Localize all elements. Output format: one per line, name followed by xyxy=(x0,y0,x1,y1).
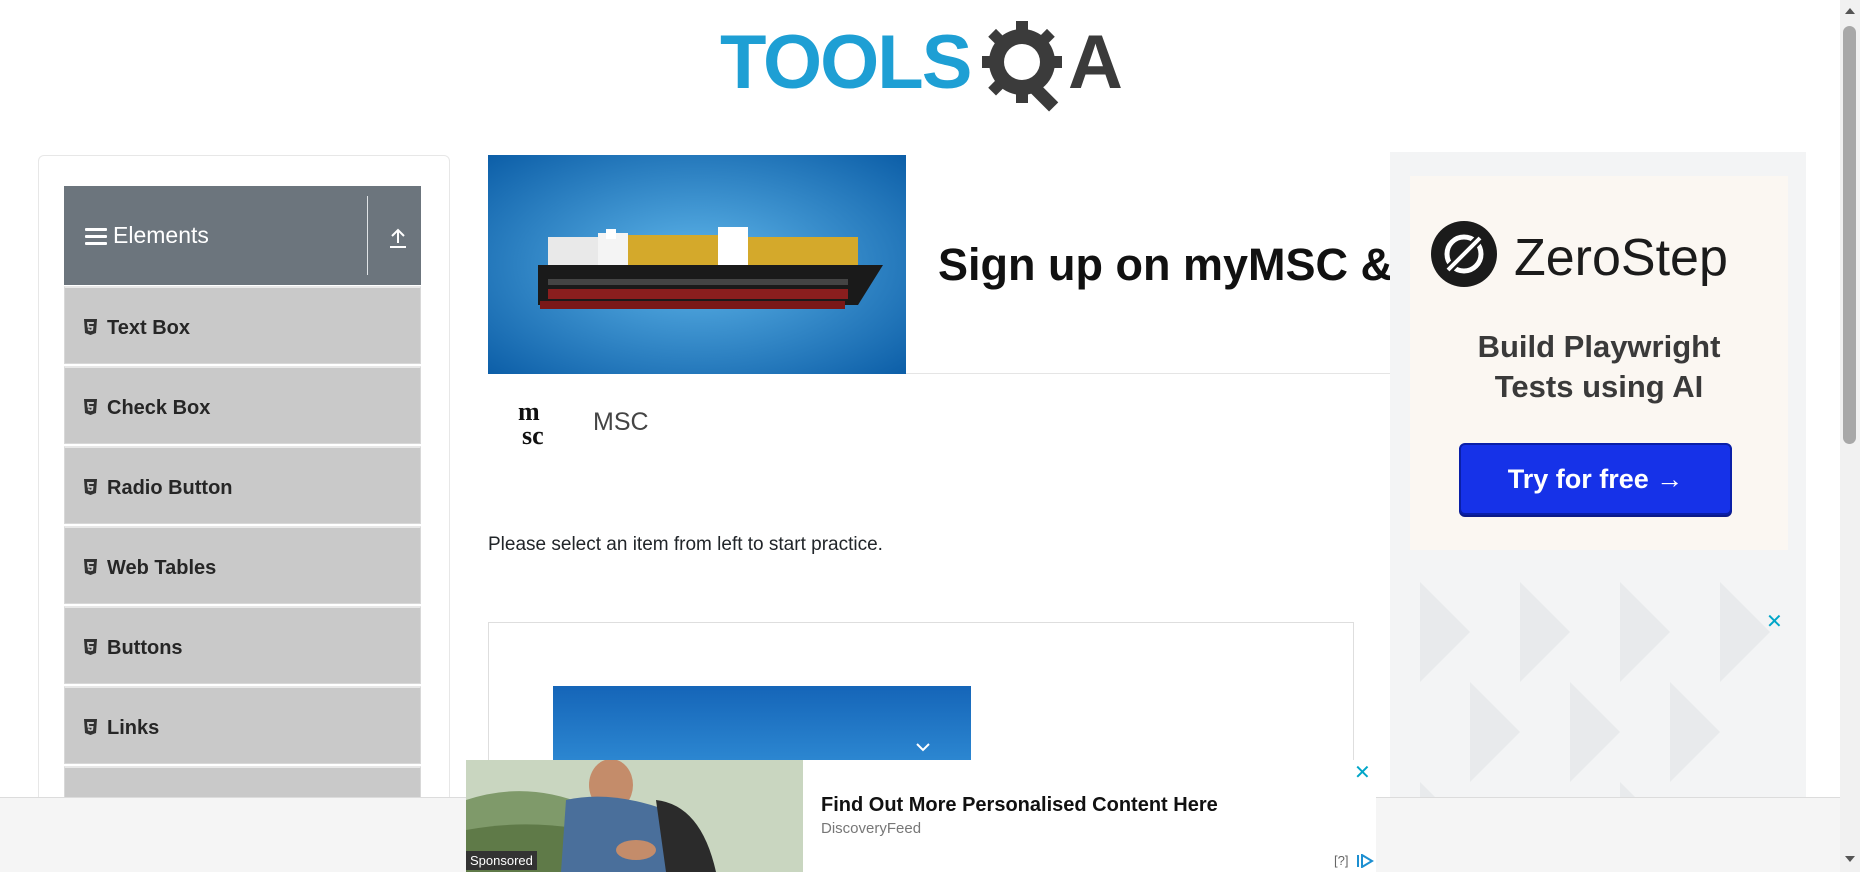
bottom-ad[interactable]: Sponsored Find Out More Personalised Con… xyxy=(466,760,1376,872)
zerostep-tagline: Build Playwright Tests using AI xyxy=(1410,327,1788,407)
bottom-ad-source: DiscoveryFeed xyxy=(821,820,922,837)
sidebar-item-check-box[interactable]: Check Box xyxy=(64,366,421,444)
zerostep-panel: ZeroStep Build Playwright Tests using AI… xyxy=(1410,176,1788,550)
sidebar-item-label: Links xyxy=(107,717,160,739)
sponsored-badge: Sponsored xyxy=(466,851,537,870)
right-ad[interactable]: ZeroStep Build Playwright Tests using AI… xyxy=(1390,152,1806,872)
vertical-scrollbar[interactable] xyxy=(1840,0,1860,872)
logo-text-tools: TOOLS xyxy=(720,20,970,105)
adchoices-icon[interactable] xyxy=(1356,854,1374,868)
ship-image xyxy=(488,155,906,374)
divider xyxy=(906,373,1392,374)
toolsqa-logo[interactable]: TOOLS A xyxy=(720,16,1126,116)
svg-text:sc: sc xyxy=(522,421,544,446)
upload-arrow-icon[interactable] xyxy=(388,227,408,249)
sidebar-item-label: Web Tables xyxy=(107,557,217,579)
sidebar-group-title: Elements xyxy=(113,222,209,248)
sidebar-item-label: Text Box xyxy=(107,317,190,339)
banner-ad[interactable]: Sign up on myMSC & B xyxy=(488,155,1392,375)
banner-ad-brand-row[interactable]: m sc MSC xyxy=(488,376,1392,462)
sidebar-item-links[interactable]: Links xyxy=(64,686,421,764)
practice-instruction: Please select an item from left to start… xyxy=(488,534,883,555)
msc-logo: m sc xyxy=(518,398,544,446)
scroll-up-icon[interactable] xyxy=(1844,5,1856,17)
html5-icon xyxy=(84,639,97,655)
close-icon[interactable]: ✕ xyxy=(1766,609,1783,634)
logo-text-a: A xyxy=(1068,20,1123,105)
banner-ad-title[interactable]: Sign up on myMSC & B xyxy=(938,239,1392,291)
sidebar-item-buttons[interactable]: Buttons xyxy=(64,606,421,684)
gear-magnifier-icon xyxy=(982,21,1062,112)
sidebar-item-label: Check Box xyxy=(107,397,211,419)
sidebar-item-text-box[interactable]: Text Box xyxy=(64,286,421,364)
hamburger-icon xyxy=(85,228,107,246)
banner-ad-brand: MSC xyxy=(593,408,649,436)
scrollbar-thumb[interactable] xyxy=(1843,26,1856,444)
ad-info-link[interactable]: [?] xyxy=(1334,853,1348,868)
tagline-line: Build Playwright xyxy=(1477,329,1721,364)
zerostep-brand: ZeroStep xyxy=(1514,229,1728,287)
html5-icon xyxy=(84,399,97,415)
try-for-free-button[interactable]: Try for free → xyxy=(1459,443,1732,515)
sidebar-item-web-tables[interactable]: Web Tables xyxy=(64,526,421,604)
sidebar-item-label: Radio Button xyxy=(107,477,233,499)
html5-icon xyxy=(84,319,97,335)
html5-icon xyxy=(84,559,97,575)
html5-icon xyxy=(84,719,97,735)
tagline-line: Tests using AI xyxy=(1494,369,1704,404)
close-icon[interactable]: ✕ xyxy=(1354,760,1371,785)
html5-icon xyxy=(84,479,97,495)
scroll-down-icon[interactable] xyxy=(1844,853,1856,865)
zerostep-logo-icon xyxy=(1431,221,1497,287)
sidebar-item-label: Buttons xyxy=(107,637,183,659)
divider xyxy=(367,196,368,275)
sidebar-item-radio-button[interactable]: Radio Button xyxy=(64,446,421,524)
sidebar-group-elements[interactable]: Elements xyxy=(64,186,421,285)
bottom-ad-title[interactable]: Find Out More Personalised Content Here xyxy=(821,794,1218,817)
